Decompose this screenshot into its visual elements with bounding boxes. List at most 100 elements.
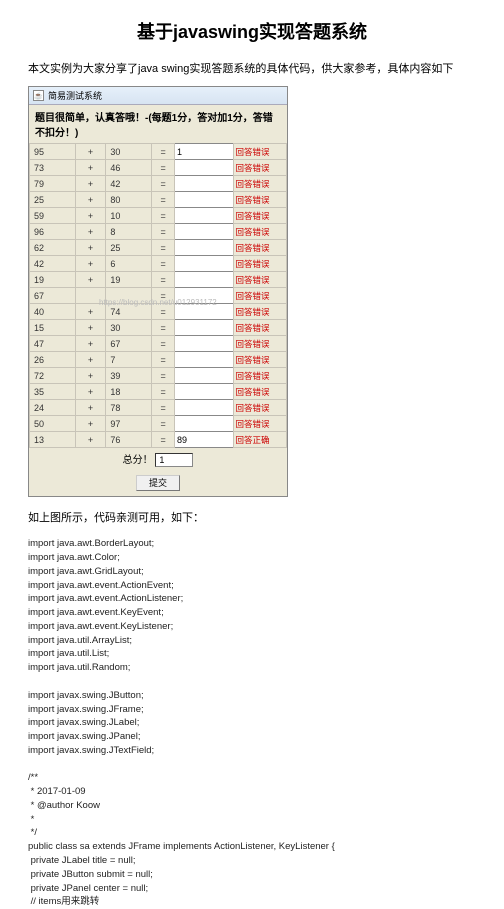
operator: + bbox=[75, 384, 106, 400]
result-label: 回答正确 bbox=[233, 432, 286, 448]
operator: + bbox=[75, 304, 106, 320]
answer-field[interactable] bbox=[175, 288, 234, 304]
equals-sign: = bbox=[152, 240, 175, 256]
result-label: 回答错误 bbox=[233, 416, 286, 432]
operator: + bbox=[75, 416, 106, 432]
operator: + bbox=[75, 352, 106, 368]
submit-row: 提交 bbox=[29, 470, 287, 496]
result-label: 回答错误 bbox=[233, 384, 286, 400]
answer-field[interactable] bbox=[175, 208, 234, 224]
table-row: 19+19=回答错误 bbox=[30, 272, 287, 288]
operator: + bbox=[75, 160, 106, 176]
operand-a: 47 bbox=[30, 336, 76, 352]
operand-a: 59 bbox=[30, 208, 76, 224]
operand-b: 46 bbox=[106, 160, 152, 176]
operator: + bbox=[75, 272, 106, 288]
java-icon: ☕ bbox=[33, 90, 44, 101]
operand-a: 73 bbox=[30, 160, 76, 176]
answer-field[interactable] bbox=[175, 352, 234, 368]
operand-a: 40 bbox=[30, 304, 76, 320]
answer-field[interactable] bbox=[175, 176, 234, 192]
result-label: 回答错误 bbox=[233, 288, 286, 304]
result-label: 回答错误 bbox=[233, 176, 286, 192]
operand-b: 39 bbox=[106, 368, 152, 384]
operator: + bbox=[75, 240, 106, 256]
operand-b: 30 bbox=[106, 320, 152, 336]
operand-a: 25 bbox=[30, 192, 76, 208]
window-title: 简易测试系统 bbox=[48, 89, 102, 102]
answer-field[interactable] bbox=[175, 320, 234, 336]
equals-sign: = bbox=[152, 208, 175, 224]
operator: + bbox=[75, 224, 106, 240]
operand-b: 10 bbox=[106, 208, 152, 224]
operator: + bbox=[75, 368, 106, 384]
result-label: 回答错误 bbox=[233, 352, 286, 368]
equals-sign: = bbox=[152, 160, 175, 176]
result-label: 回答错误 bbox=[233, 208, 286, 224]
result-label: 回答错误 bbox=[233, 256, 286, 272]
operand-b: 6 bbox=[106, 256, 152, 272]
equals-sign: = bbox=[152, 288, 175, 304]
operand-b: 42 bbox=[106, 176, 152, 192]
result-label: 回答错误 bbox=[233, 160, 286, 176]
table-row: 42+6=回答错误 bbox=[30, 256, 287, 272]
instruction-label: 题目很简单，认真答哦！-(每题1分，答对加1分，答错不扣分！) bbox=[29, 105, 287, 143]
answer-field[interactable] bbox=[175, 400, 234, 416]
table-row: 50+97=回答错误 bbox=[30, 416, 287, 432]
table-row: 24+78=回答错误 bbox=[30, 400, 287, 416]
answer-field[interactable] bbox=[175, 272, 234, 288]
result-label: 回答错误 bbox=[233, 224, 286, 240]
equals-sign: = bbox=[152, 224, 175, 240]
operator: + bbox=[75, 336, 106, 352]
result-label: 回答错误 bbox=[233, 144, 286, 160]
score-label: 总分！ bbox=[123, 455, 153, 466]
operand-b: 8 bbox=[106, 224, 152, 240]
operand-b: 74 bbox=[106, 304, 152, 320]
equals-sign: = bbox=[152, 400, 175, 416]
operator: + bbox=[75, 256, 106, 272]
operand-b: 25 bbox=[106, 240, 152, 256]
quiz-table: 95+30=1回答错误73+46=回答错误79+42=回答错误25+80=回答错… bbox=[29, 143, 287, 448]
operand-b: 19 bbox=[106, 272, 152, 288]
answer-field[interactable] bbox=[175, 192, 234, 208]
operand-b: 18 bbox=[106, 384, 152, 400]
answer-field[interactable] bbox=[175, 304, 234, 320]
table-row: 72+39=回答错误 bbox=[30, 368, 287, 384]
table-row: 67=回答错误 bbox=[30, 288, 287, 304]
operator bbox=[75, 288, 106, 304]
operand-a: 26 bbox=[30, 352, 76, 368]
answer-field[interactable] bbox=[175, 368, 234, 384]
answer-field[interactable] bbox=[175, 240, 234, 256]
table-row: 79+42=回答错误 bbox=[30, 176, 287, 192]
result-label: 回答错误 bbox=[233, 336, 286, 352]
equals-sign: = bbox=[152, 304, 175, 320]
app-window: ☕ 简易测试系统 题目很简单，认真答哦！-(每题1分，答对加1分，答错不扣分！)… bbox=[28, 86, 288, 497]
answer-field[interactable] bbox=[175, 384, 234, 400]
operand-a: 79 bbox=[30, 176, 76, 192]
answer-field[interactable]: 89 bbox=[175, 432, 234, 448]
operand-a: 95 bbox=[30, 144, 76, 160]
answer-field[interactable] bbox=[175, 336, 234, 352]
operand-b: 67 bbox=[106, 336, 152, 352]
table-row: 73+46= 回答错误 bbox=[30, 160, 287, 176]
table-row: 40+74=回答错误 bbox=[30, 304, 287, 320]
answer-field[interactable]: 1 bbox=[175, 144, 234, 160]
operator: + bbox=[75, 400, 106, 416]
result-label: 回答错误 bbox=[233, 320, 286, 336]
answer-field[interactable] bbox=[175, 160, 234, 176]
equals-sign: = bbox=[152, 336, 175, 352]
answer-field[interactable] bbox=[175, 224, 234, 240]
operand-a: 62 bbox=[30, 240, 76, 256]
submit-button[interactable]: 提交 bbox=[136, 475, 180, 491]
score-field[interactable]: 1 bbox=[155, 453, 193, 467]
answer-field[interactable] bbox=[175, 416, 234, 432]
equals-sign: = bbox=[152, 144, 175, 160]
operand-b: 7 bbox=[106, 352, 152, 368]
equals-sign: = bbox=[152, 176, 175, 192]
operand-a: 50 bbox=[30, 416, 76, 432]
table-row: 96+8=回答错误 bbox=[30, 224, 287, 240]
result-label: 回答错误 bbox=[233, 240, 286, 256]
answer-field[interactable] bbox=[175, 256, 234, 272]
equals-sign: = bbox=[152, 192, 175, 208]
operator: + bbox=[75, 208, 106, 224]
